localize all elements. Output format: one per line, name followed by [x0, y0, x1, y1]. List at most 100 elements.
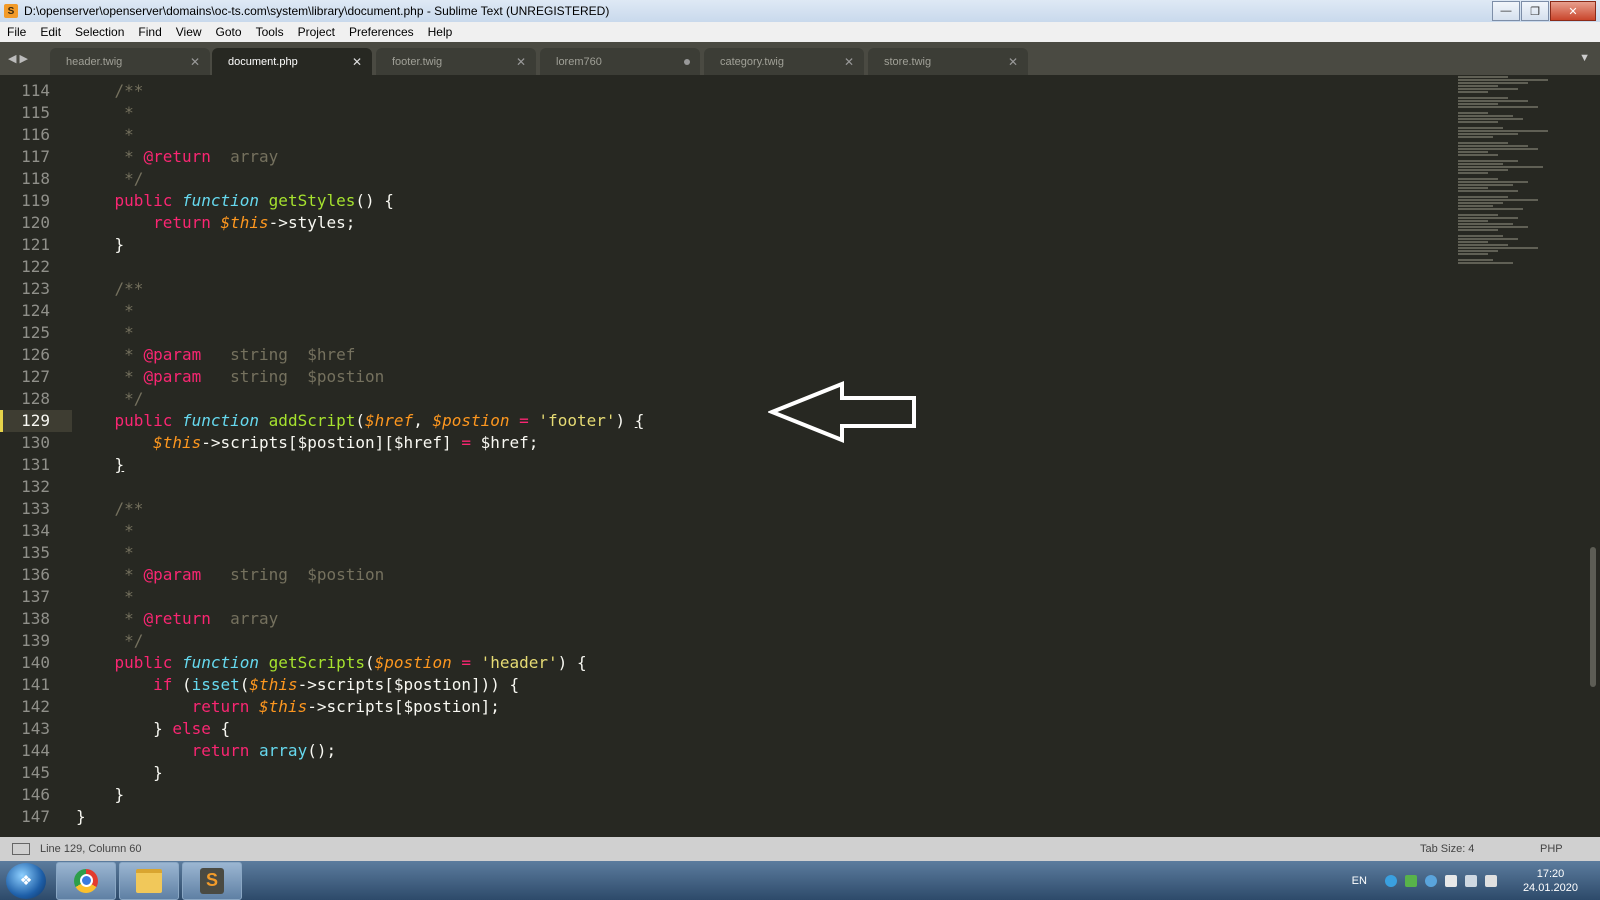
- update-icon[interactable]: [1424, 874, 1437, 887]
- green-flag-icon[interactable]: [1404, 874, 1417, 887]
- tab-header-twig[interactable]: header.twig ✕: [50, 48, 210, 75]
- code-line[interactable]: [76, 476, 644, 498]
- code-line[interactable]: */: [76, 388, 644, 410]
- code-line[interactable]: public function addScript($href, $postio…: [76, 410, 645, 432]
- code-line[interactable]: *: [76, 102, 644, 124]
- code-line[interactable]: public function getScripts($postion = 'h…: [76, 652, 644, 674]
- code-token: ->scripts[$postion][$href]: [201, 433, 462, 452]
- code-token: *: [76, 103, 134, 122]
- tab-list-dropdown-icon[interactable]: ▼: [1579, 52, 1590, 64]
- tab-label: store.twig: [884, 55, 932, 68]
- minimap-line: [1458, 190, 1518, 192]
- minimap-line: [1458, 178, 1498, 180]
- tab-close-icon[interactable]: ✕: [1008, 55, 1018, 69]
- code-token: $this: [259, 697, 308, 716]
- minimap-line: [1458, 214, 1498, 216]
- code-line[interactable]: * @param string $postion: [76, 366, 644, 388]
- code-editor[interactable]: 114 115 116 117 118 119 120 121 122 123 124 125 126 1…: [0, 75, 1600, 837]
- code-line[interactable]: }: [76, 454, 644, 476]
- tab-lorem760[interactable]: lorem760: [540, 48, 700, 75]
- chrome-icon: [74, 868, 98, 893]
- tab-label: category.twig: [720, 55, 784, 68]
- taskbar-explorer[interactable]: [119, 861, 179, 900]
- tab-category-twig[interactable]: category.twig ✕: [704, 48, 864, 75]
- panel-toggle-icon[interactable]: [12, 843, 30, 855]
- tab-nav-arrows-icon[interactable]: ◀▶: [8, 52, 31, 65]
- code-token: }: [114, 455, 125, 474]
- language-indicator[interactable]: EN: [1352, 875, 1367, 887]
- syntax-indicator[interactable]: PHP: [1540, 843, 1600, 855]
- code-token: array: [210, 147, 279, 166]
- code-line[interactable]: return $this->scripts[$postion];: [76, 696, 644, 718]
- taskbar-sublime[interactable]: S: [182, 861, 242, 900]
- menu-tools[interactable]: Tools: [249, 25, 291, 39]
- clock[interactable]: 17:20 24.01.2020: [1523, 867, 1578, 895]
- code-line[interactable]: /**: [76, 80, 644, 102]
- unsaved-dot-icon[interactable]: [684, 58, 690, 65]
- menu-selection[interactable]: Selection: [68, 25, 131, 39]
- minimap-line: [1458, 118, 1523, 120]
- code-token: */: [76, 631, 144, 650]
- menu-find[interactable]: Find: [131, 25, 168, 39]
- tab-close-icon[interactable]: ✕: [352, 55, 362, 69]
- tab-store-twig[interactable]: store.twig ✕: [868, 48, 1028, 75]
- menu-edit[interactable]: Edit: [33, 25, 68, 39]
- tab-footer-twig[interactable]: footer.twig ✕: [376, 48, 536, 75]
- close-button[interactable]: ✕: [1550, 1, 1596, 21]
- minimize-button[interactable]: —: [1492, 1, 1520, 21]
- code-line[interactable]: /**: [76, 278, 644, 300]
- code-line[interactable]: }: [76, 784, 644, 806]
- window-controls: — ❐ ✕: [1491, 1, 1596, 21]
- code-line[interactable]: */: [76, 168, 644, 190]
- taskbar-chrome[interactable]: [56, 861, 116, 900]
- action-center-flag-icon[interactable]: [1444, 874, 1457, 887]
- code-line[interactable]: [76, 256, 644, 278]
- code-line[interactable]: if (isset($this->scripts[$postion])) {: [76, 674, 644, 696]
- volume-icon[interactable]: [1484, 874, 1497, 887]
- code-line[interactable]: *: [76, 300, 644, 322]
- code-line[interactable]: return array();: [76, 740, 644, 762]
- title-bar: S D:\openserver\openserver\domains\oc-ts…: [0, 0, 1600, 22]
- menu-project[interactable]: Project: [291, 25, 342, 39]
- line-number: 144: [21, 741, 50, 760]
- tab-close-icon[interactable]: ✕: [844, 55, 854, 69]
- menu-help[interactable]: Help: [421, 25, 460, 39]
- code-line[interactable]: *: [76, 542, 644, 564]
- code-line[interactable]: *: [76, 322, 644, 344]
- network-globe-icon[interactable]: [1384, 874, 1397, 887]
- menu-goto[interactable]: Goto: [209, 25, 249, 39]
- code-line[interactable]: * @return array: [76, 146, 644, 168]
- minimap-line: [1458, 121, 1498, 123]
- code-line[interactable]: }: [76, 234, 644, 256]
- start-button[interactable]: ❖: [6, 862, 46, 899]
- line-number: 121: [21, 235, 50, 254]
- minimap[interactable]: [1458, 75, 1596, 365]
- tab-close-icon[interactable]: ✕: [516, 55, 526, 69]
- code-line[interactable]: *: [76, 124, 644, 146]
- code-area[interactable]: /** * * * @return array */ public functi…: [76, 80, 644, 828]
- code-line[interactable]: }: [76, 762, 644, 784]
- restore-button[interactable]: ❐: [1521, 1, 1549, 21]
- tab-document-php[interactable]: document.php ✕: [212, 48, 372, 75]
- code-line[interactable]: * @param string $href: [76, 344, 644, 366]
- code-line[interactable]: $this->scripts[$postion][$href] = $href;: [76, 432, 644, 454]
- code-line[interactable]: /**: [76, 498, 644, 520]
- line-number: 114: [21, 81, 50, 100]
- code-line[interactable]: */: [76, 630, 644, 652]
- code-line[interactable]: } else {: [76, 718, 644, 740]
- menu-view[interactable]: View: [169, 25, 209, 39]
- network-icon[interactable]: [1464, 874, 1477, 887]
- menu-file[interactable]: File: [0, 25, 33, 39]
- vertical-scrollbar[interactable]: [1590, 547, 1596, 687]
- code-line[interactable]: *: [76, 520, 644, 542]
- tab-close-icon[interactable]: ✕: [190, 55, 200, 69]
- code-line[interactable]: * @return array: [76, 608, 644, 630]
- code-line[interactable]: }: [76, 806, 644, 828]
- code-line[interactable]: return $this->styles;: [76, 212, 644, 234]
- code-line[interactable]: *: [76, 586, 644, 608]
- line-number: 131: [21, 455, 50, 474]
- menu-preferences[interactable]: Preferences: [342, 25, 421, 39]
- tab-size-indicator[interactable]: Tab Size: 4: [1420, 843, 1540, 855]
- code-line[interactable]: * @param string $postion: [76, 564, 644, 586]
- code-line[interactable]: public function getStyles() {: [76, 190, 644, 212]
